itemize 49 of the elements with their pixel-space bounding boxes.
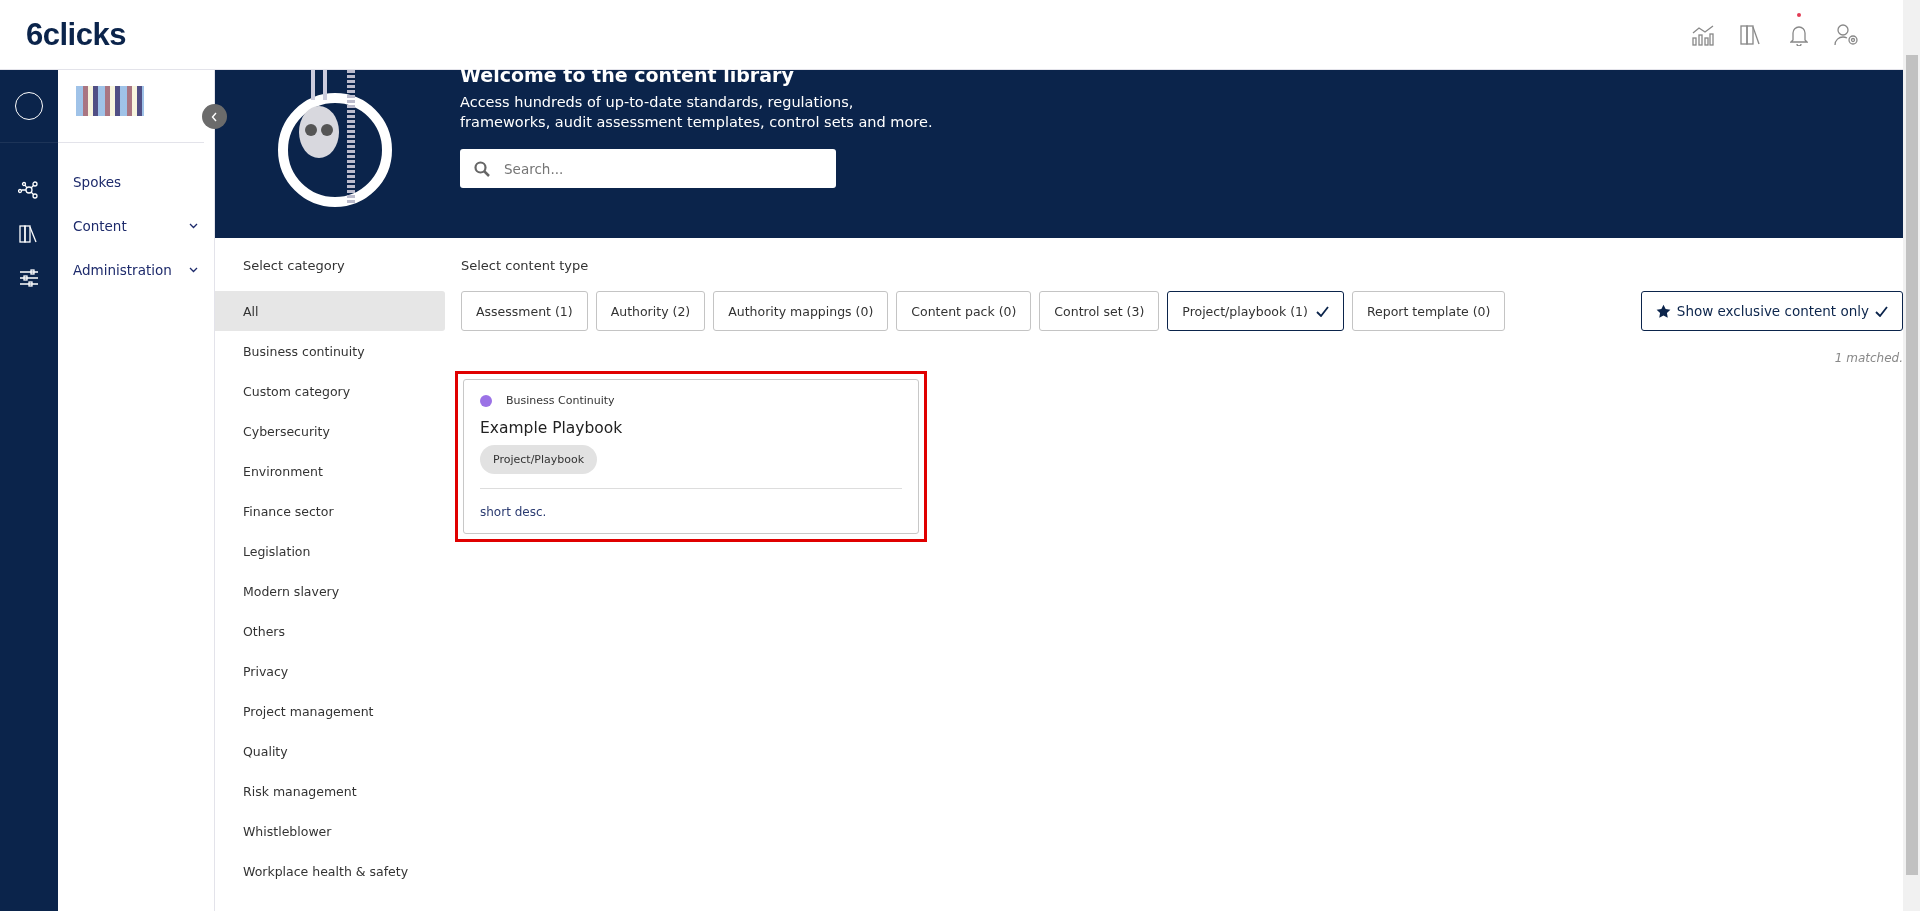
sidebar-item[interactable]: Content [58,204,214,248]
category-item[interactable]: Others [215,611,445,651]
content-type-filter[interactable]: Report template (0) [1351,291,1506,331]
content-type-filter[interactable]: Control set (3) [1039,291,1160,331]
search-field[interactable]: Search... [460,149,836,188]
content-type-tag: Project/Playbook [480,445,598,474]
category-item[interactable]: Privacy [215,651,445,691]
category-item[interactable]: Custom category [215,371,445,411]
content-card[interactable]: Business Continuity Example Playbook Project/Playbook short desc. [463,379,919,534]
content-type-heading: Select content type [461,258,590,275]
exclusive-content-toggle[interactable]: Show exclusive content only [1640,291,1903,331]
content-type-filter[interactable]: Authority (2) [595,291,706,331]
match-count: 1 matched. [1834,351,1903,365]
card-category: Business Continuity [506,394,615,407]
sidebar-item[interactable]: Administration [58,248,214,292]
content-type-filter[interactable]: Assessment (1) [461,291,588,331]
search-icon [474,160,490,177]
card-title: Example Playbook [480,419,624,437]
banner-title: Welcome to the content library [460,64,795,86]
category-item[interactable]: Quality [215,731,445,771]
star-icon [1655,303,1671,319]
category-item[interactable]: Finance sector [215,491,445,531]
category-item[interactable]: Whistleblower [215,811,445,851]
brand-logo[interactable]: 6clicks [26,16,126,53]
category-item[interactable]: Project management [215,691,445,731]
content-type-filter[interactable]: Content pack (0) [896,291,1032,331]
category-item[interactable]: Modern slavery [215,571,445,611]
category-item[interactable]: Legislation [215,531,445,571]
scrollbar[interactable] [1903,0,1920,911]
collapse-button[interactable] [202,104,227,129]
check-icon [1315,305,1329,317]
chevron-down-icon [189,223,198,229]
organization-logo-placeholder [76,86,144,116]
banner-description: Access hundreds of up-to-date standards, regulations, frameworks, audit assessment templates, control sets and more. [460,93,934,132]
category-item[interactable]: Business continuity [215,331,445,371]
chevron-down-icon [189,267,198,273]
category-item[interactable]: Risk management [215,771,445,811]
check-icon [1875,305,1888,317]
card-description: short desc. [480,505,548,519]
chevron-left-icon [211,111,218,122]
content-type-filter[interactable]: Authority mappings (0) [713,291,889,331]
category-item[interactable]: Cybersecurity [215,411,445,451]
user-settings-icon[interactable] [1834,21,1860,48]
category-item[interactable]: Workplace health & safety [215,851,445,891]
category-item[interactable]: Environment [215,451,445,491]
category-item[interactable]: All [215,291,445,331]
sidebar-item[interactable]: Spokes [58,160,214,204]
content-type-filter[interactable]: Project/playbook (1) [1167,291,1344,331]
category-heading: Select category [242,258,346,275]
